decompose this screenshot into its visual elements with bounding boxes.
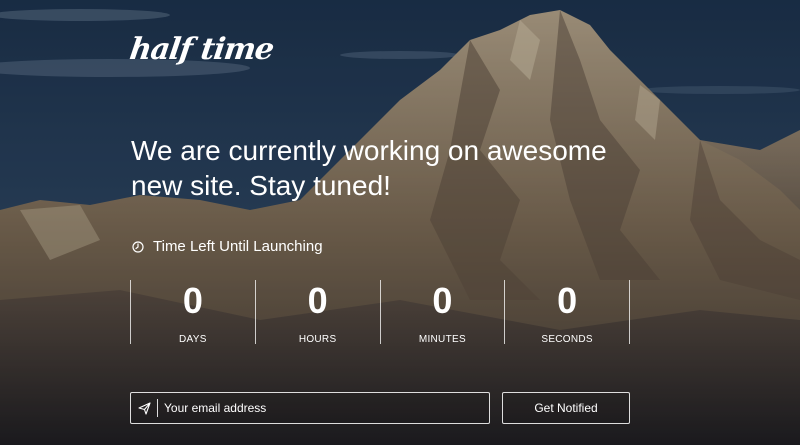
countdown-seconds: 0 SECONDS — [504, 280, 630, 345]
hours-label: HOURS — [298, 334, 337, 345]
seconds-label: SECONDS — [541, 334, 593, 345]
hours-value: 0 — [307, 280, 328, 321]
get-notified-button[interactable]: Get Notified — [502, 392, 630, 424]
minutes-label: MINUTES — [418, 334, 466, 345]
days-value: 0 — [182, 280, 203, 321]
days-label: DAYS — [179, 334, 207, 345]
countdown-days: 0 DAYS — [130, 280, 255, 345]
email-input[interactable] — [158, 400, 489, 416]
countdown-label: Time Left Until Launching — [153, 238, 323, 255]
seconds-value: 0 — [557, 280, 578, 321]
send-icon — [131, 399, 158, 417]
countdown-heading: Time Left Until Launching — [132, 238, 323, 255]
email-field-wrapper — [130, 392, 490, 424]
countdown-minutes: 0 MINUTES — [379, 280, 505, 345]
background-overlay — [0, 0, 800, 445]
page-headline: We are currently working on awesome new … — [131, 135, 607, 201]
landing-page: half time We are currently working on aw… — [0, 0, 800, 445]
clock-icon — [132, 240, 144, 253]
countdown-timer: 0 DAYS 0 HOURS 0 MINUTES 0 SECONDS — [130, 280, 630, 345]
minutes-value: 0 — [432, 280, 453, 321]
subscribe-form: Get Notified — [130, 392, 630, 424]
countdown-hours: 0 HOURS — [254, 280, 380, 345]
brand-logo[interactable]: half time — [128, 32, 276, 67]
